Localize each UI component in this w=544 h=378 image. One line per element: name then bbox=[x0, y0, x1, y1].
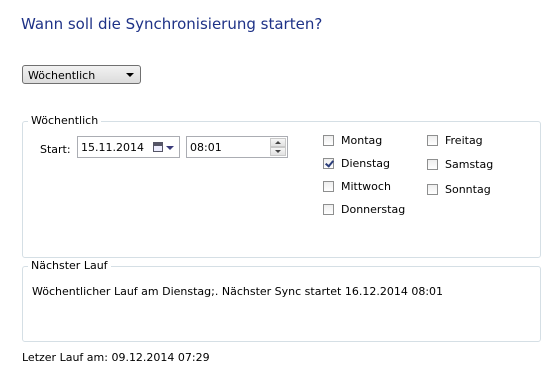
checkbox-box[interactable] bbox=[323, 181, 334, 192]
start-time-field[interactable]: 08:01 bbox=[186, 136, 288, 158]
checkbox-box[interactable] bbox=[427, 159, 438, 170]
time-spinner[interactable] bbox=[270, 138, 286, 156]
start-date-value: 15.11.2014 bbox=[81, 141, 144, 154]
checkbox-montag[interactable]: Montag bbox=[323, 134, 382, 147]
checkbox-box[interactable] bbox=[323, 204, 334, 215]
checkbox-label: Sonntag bbox=[445, 183, 491, 196]
checkbox-donnerstag[interactable]: Donnerstag bbox=[323, 203, 405, 216]
calendar-icon[interactable] bbox=[153, 142, 163, 152]
page-title: Wann soll die Synchronisierung starten? bbox=[21, 15, 323, 33]
last-run-text: Letzer Lauf am: 09.12.2014 07:29 bbox=[22, 351, 210, 364]
weekly-group-legend: Wöchentlich bbox=[28, 114, 102, 127]
checkbox-box-checked[interactable] bbox=[323, 158, 334, 169]
checkbox-samstag[interactable]: Samstag bbox=[427, 158, 493, 171]
checkbox-label: Freitag bbox=[445, 134, 483, 147]
next-run-legend: Nächster Lauf bbox=[28, 259, 111, 272]
frequency-dropdown[interactable]: Wöchentlich bbox=[22, 65, 141, 84]
checkbox-label: Mittwoch bbox=[341, 180, 391, 193]
checkbox-box[interactable] bbox=[323, 135, 334, 146]
start-time-value: 08:01 bbox=[190, 141, 222, 154]
spin-down-icon[interactable] bbox=[270, 147, 286, 156]
start-date-picker[interactable]: 15.11.2014 bbox=[77, 136, 180, 158]
chevron-down-icon[interactable] bbox=[126, 73, 134, 77]
checkbox-dienstag[interactable]: Dienstag bbox=[323, 157, 390, 170]
next-run-group: Nächster Lauf bbox=[22, 259, 541, 342]
checkbox-mittwoch[interactable]: Mittwoch bbox=[323, 180, 391, 193]
checkbox-label: Montag bbox=[341, 134, 383, 147]
checkbox-label: Dienstag bbox=[341, 157, 391, 170]
checkbox-freitag[interactable]: Freitag bbox=[427, 134, 483, 147]
checkbox-box[interactable] bbox=[427, 135, 438, 146]
checkbox-label: Samstag bbox=[445, 158, 494, 171]
frequency-selected-value: Wöchentlich bbox=[28, 69, 96, 82]
spin-up-icon[interactable] bbox=[270, 138, 286, 147]
checkbox-label: Donnerstag bbox=[341, 203, 406, 216]
next-run-text: Wöchentlicher Lauf am Dienstag;. Nächste… bbox=[32, 285, 444, 298]
start-label: Start: bbox=[40, 143, 71, 156]
checkbox-box[interactable] bbox=[427, 184, 438, 195]
calendar-dropdown-icon[interactable] bbox=[166, 146, 174, 150]
checkbox-sonntag[interactable]: Sonntag bbox=[427, 183, 491, 196]
